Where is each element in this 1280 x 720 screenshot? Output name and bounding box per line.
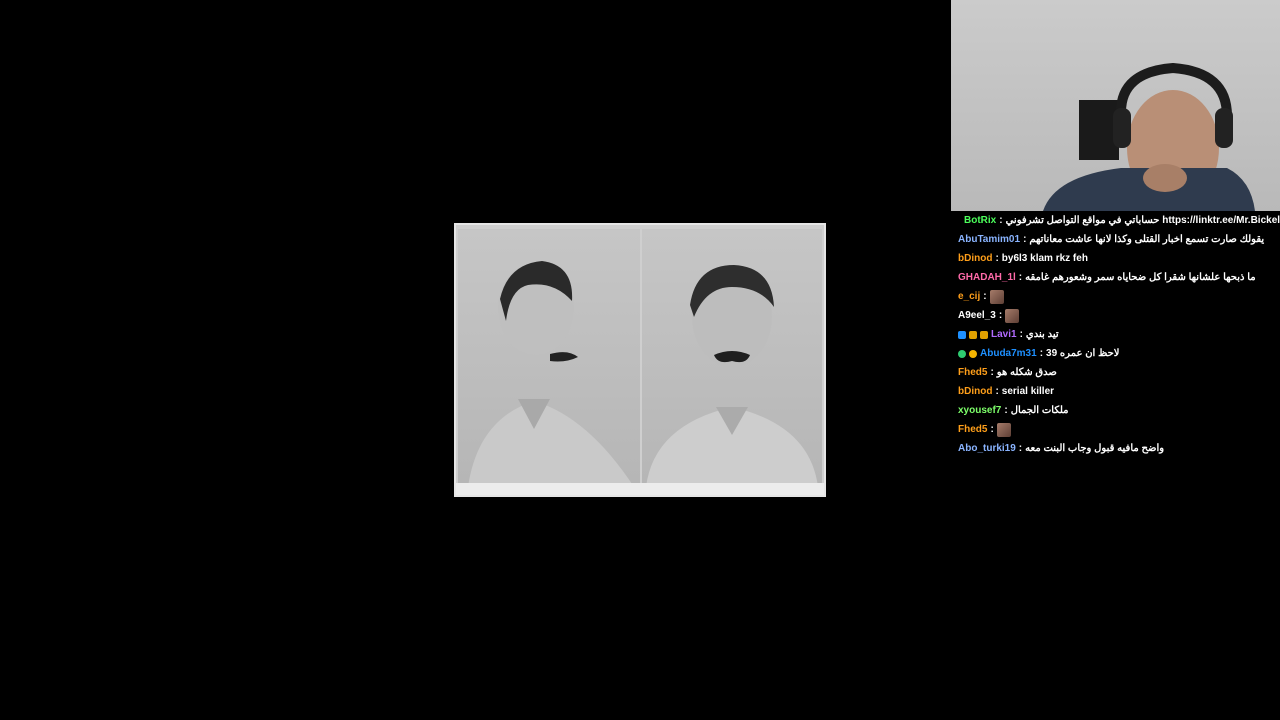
chat-message-text: حساباتي في مواقع التواصل تشرفوني https:/… (1005, 215, 1280, 226)
chat-message-text: لاحظ ان عمره 39 (1046, 348, 1120, 359)
chat-message-text: ملكات الجمال (1010, 405, 1069, 416)
chat-message: Abo_turki19: واضح مافيه قبول وجاب البنت م… (951, 439, 1280, 458)
chat-separator: : (1039, 348, 1044, 359)
emote-icon (996, 422, 1011, 437)
chat-message-text: by6l3 klam rkz feh (1001, 253, 1088, 264)
chat-username[interactable]: Abuda7m31 (980, 344, 1037, 363)
chat-message-text: يقولك صارت تسمع اخبار القتلى وكذا لانها … (1029, 234, 1265, 245)
chat-username[interactable]: Fhed5 (958, 420, 987, 439)
chat-separator: : (1023, 234, 1027, 245)
mugshot-profile-view (458, 229, 640, 487)
mugshot-front-view (642, 229, 822, 487)
chat-username[interactable]: xyousef7 (958, 401, 1001, 420)
mugshot-photo (454, 223, 826, 497)
chat-username[interactable]: Abo_turki19 (958, 439, 1016, 458)
chat-message: A9eel_3: (951, 306, 1280, 325)
chat-username[interactable]: Fhed5 (958, 363, 987, 382)
chat-message: Fhed5: (951, 420, 1280, 439)
mod-badge-icon (958, 330, 966, 339)
chat-message: xyousef7: ملكات الجمال (951, 401, 1280, 420)
chat-message: Fhed5: صدق شكله هو (951, 363, 1280, 382)
chat-separator: : (1004, 405, 1008, 416)
chat-message: bDinod: serial killer (951, 382, 1280, 401)
chat-separator: : (1018, 443, 1023, 454)
chat-separator: : (999, 215, 1003, 226)
chat-username[interactable]: AbuTamim01 (958, 230, 1020, 249)
chat-separator: : (990, 367, 994, 378)
chat-message: BotRix: حساباتي في مواقع التواصل تشرفوني … (951, 211, 1280, 230)
chat-message-text: ما ذبحها علشانها شقرا كل ضحاياه سمر وشعو… (1025, 272, 1256, 283)
chat-username[interactable]: A9eel_3 (958, 306, 996, 325)
chat-message: Lavi1: تيد بندي (951, 325, 1280, 344)
gold-badge-icon (969, 349, 977, 358)
chat-message-text: واضح مافيه قبول وجاب البنت معه (1025, 443, 1165, 454)
chat-message-text: تيد بندي (1025, 329, 1059, 340)
chat-separator: : (990, 424, 994, 435)
chat-separator: : (983, 291, 987, 302)
chat-separator: : (1018, 272, 1023, 283)
emote-icon (1005, 308, 1020, 323)
chat-message-text: صدق شكله هو (996, 367, 1057, 378)
chat-message: AbuTamim01: يقولك صارت تسمع اخبار القتلى … (951, 230, 1280, 249)
chat-username[interactable]: e_cij (958, 287, 980, 306)
emote-icon (989, 289, 1004, 304)
chat-separator: : (995, 386, 999, 397)
chat-separator: : (998, 310, 1003, 321)
chat-message: e_cij: (951, 287, 1280, 306)
chat-separator: : (995, 253, 999, 264)
photo-bottom-strip (456, 483, 824, 495)
crown-badge-icon (980, 330, 988, 339)
chat-separator: : (1019, 329, 1023, 340)
chat-panel: BotRix: حساباتي في مواقع التواصل تشرفوني … (951, 211, 1280, 720)
chat-message: Abuda7m31: لاحظ ان عمره 39 (951, 344, 1280, 363)
chat-username[interactable]: bDinod (958, 382, 992, 401)
ok-badge-icon (958, 349, 966, 358)
chat-username[interactable]: Lavi1 (991, 325, 1017, 344)
chat-username[interactable]: bDinod (958, 249, 992, 268)
chat-message: bDinod: by6l3 klam rkz feh (951, 249, 1280, 268)
gem-badge-icon (969, 330, 977, 339)
chat-username[interactable]: GHADAH_1l (958, 268, 1016, 287)
chat-message: GHADAH_1l: ما ذبحها علشانها شقرا كل ضحايا… (951, 268, 1280, 287)
webcam-feed (951, 0, 1280, 211)
chat-message-text: serial killer (1001, 386, 1055, 397)
chat-username[interactable]: BotRix (964, 211, 996, 230)
